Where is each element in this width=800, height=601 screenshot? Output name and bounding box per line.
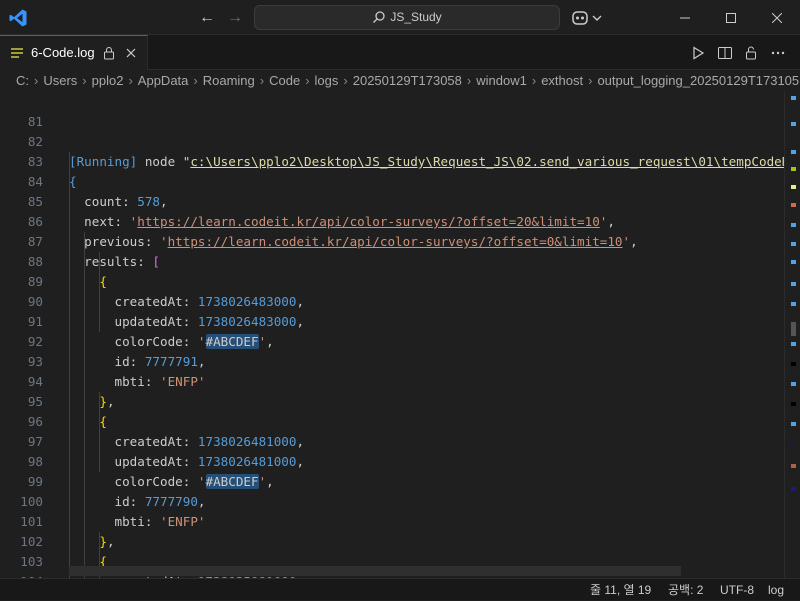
code-line: 87 results: [ — [0, 212, 800, 269]
ruler-mark — [791, 302, 796, 306]
command-center-search[interactable]: JS_Study — [254, 5, 560, 30]
cursor-position[interactable]: 줄 11, 열 19 — [590, 579, 651, 601]
code-line: 86 previous: 'https://learn.codeit.kr/ap… — [0, 192, 800, 249]
code-line: 93 mbti: 'ENFP' — [0, 332, 800, 389]
breadcrumb-item[interactable]: C: — [16, 70, 29, 92]
chevron-right-icon: › — [466, 73, 472, 88]
close-icon[interactable] — [124, 46, 138, 60]
code-line: 89 createdAt: 1738026483000, — [0, 252, 800, 309]
tab-bar: 6-Code.log — [0, 35, 800, 70]
tab-6-code-log[interactable]: 6-Code.log — [0, 35, 148, 70]
chevron-right-icon: › — [82, 73, 87, 88]
split-editor-icon[interactable] — [717, 45, 733, 61]
chevron-right-icon: › — [259, 73, 265, 88]
code-line: 103 createdAt: 1738025991000, — [0, 532, 800, 578]
maximize-icon — [726, 12, 736, 23]
code-line: 91 colorCode: '#ABCDEF', — [0, 292, 800, 349]
more-icon[interactable] — [770, 45, 786, 61]
breadcrumb-item[interactable]: Code — [269, 70, 300, 92]
code-line: 82 [Running] node "c:\Users\pplo2\Deskto… — [0, 112, 800, 169]
ruler-mark — [791, 322, 796, 336]
run-icon[interactable] — [690, 45, 706, 61]
breadcrumb: C: › Users › pplo2 › AppData › Roaming › Code › logs… — [0, 70, 800, 92]
chevron-right-icon: › — [305, 73, 310, 88]
title-bar: ← → JS_Study — [0, 0, 800, 35]
chevron-right-icon: › — [343, 73, 348, 88]
ruler-mark — [791, 150, 796, 154]
ruler-mark — [791, 382, 796, 386]
code-line: 99 id: 7777790, — [0, 452, 800, 509]
code-line: 97 updatedAt: 1738026481000, — [0, 412, 800, 469]
ruler-mark — [791, 402, 796, 406]
ruler-mark — [791, 464, 796, 468]
code-editor[interactable]: 81 82 [Running] node "c:\Users\pplo2\Des… — [0, 92, 800, 578]
overview-ruler[interactable] — [784, 92, 800, 578]
arrow-right-icon[interactable]: → — [225, 8, 245, 28]
code-line: 95 { — [0, 372, 800, 429]
code-line: 88 { — [0, 232, 800, 289]
lock-icon[interactable] — [102, 46, 116, 60]
breadcrumb-item[interactable]: 20250129T173058 — [353, 70, 462, 92]
close-window-button[interactable] — [754, 0, 800, 35]
breadcrumb-item[interactable]: output_logging_20250129T173105 — [597, 70, 799, 92]
tab-label: 6-Code.log — [31, 45, 95, 60]
chevron-right-icon: › — [34, 73, 39, 88]
code-line: 94 }, — [0, 352, 800, 409]
code-line: 81 — [0, 92, 800, 129]
chevron-right-icon: › — [193, 73, 198, 88]
code-line: 90 updatedAt: 1738026483000, — [0, 272, 800, 329]
code-line: 100 mbti: 'ENFP' — [0, 472, 800, 529]
ruler-mark — [791, 96, 796, 100]
code-line: 92 id: 7777791, — [0, 312, 800, 369]
ruler-mark — [791, 282, 796, 286]
breadcrumb-item[interactable]: window1 — [476, 70, 527, 92]
arrow-left-icon[interactable]: ← — [197, 8, 217, 28]
ruler-mark — [791, 203, 796, 207]
code-line: 98 colorCode: '#ABCDEF', — [0, 432, 800, 489]
breadcrumb-item[interactable]: AppData — [138, 70, 189, 92]
chevron-right-icon: › — [128, 73, 133, 88]
ruler-mark — [791, 342, 796, 346]
log-file-icon — [11, 48, 23, 58]
ruler-mark — [791, 422, 796, 426]
indentation-setting[interactable]: 공백: 2 — [668, 579, 703, 601]
unlock-icon[interactable] — [743, 45, 759, 61]
maximize-button[interactable] — [708, 0, 754, 35]
code-line: 83 { — [0, 132, 800, 189]
ruler-mark — [791, 362, 796, 366]
breadcrumb-item[interactable]: exthost — [541, 70, 583, 92]
code-line: 85 next: 'https://learn.codeit.kr/api/co… — [0, 172, 800, 229]
horizontal-scrollbar[interactable] — [69, 566, 681, 576]
vscode-logo-icon[interactable] — [8, 8, 28, 28]
breadcrumb-item[interactable]: logs — [315, 70, 339, 92]
breadcrumb-item[interactable]: pplo2 — [92, 70, 124, 92]
code-line: 84 count: 578, — [0, 152, 800, 209]
search-icon — [373, 11, 385, 23]
ruler-mark — [791, 167, 796, 171]
breadcrumb-item[interactable]: Roaming — [203, 70, 255, 92]
status-bar: 줄 11, 열 19 공백: 2 UTF-8 log — [0, 578, 800, 600]
chevron-right-icon: › — [531, 73, 537, 88]
breadcrumb-item[interactable]: Users — [43, 70, 77, 92]
ruler-mark — [791, 242, 796, 246]
encoding-selector[interactable]: UTF-8 — [720, 579, 754, 601]
ruler-mark — [791, 260, 796, 264]
ruler-mark — [791, 185, 796, 189]
ruler-mark — [791, 442, 796, 446]
code-line: 102 { — [0, 512, 800, 569]
close-icon — [772, 12, 782, 23]
ruler-mark — [791, 487, 796, 491]
language-mode[interactable]: log — [768, 579, 784, 601]
code-line: 101 }, — [0, 492, 800, 549]
ruler-mark — [791, 223, 796, 227]
minimize-icon — [680, 17, 690, 18]
copilot-icon[interactable] — [572, 8, 604, 28]
minimize-button[interactable] — [662, 0, 708, 35]
chevron-right-icon: › — [588, 73, 593, 88]
command-center-label: JS_Study — [390, 10, 442, 24]
ruler-mark — [791, 122, 796, 126]
code-line: 96 createdAt: 1738026481000, — [0, 392, 800, 449]
